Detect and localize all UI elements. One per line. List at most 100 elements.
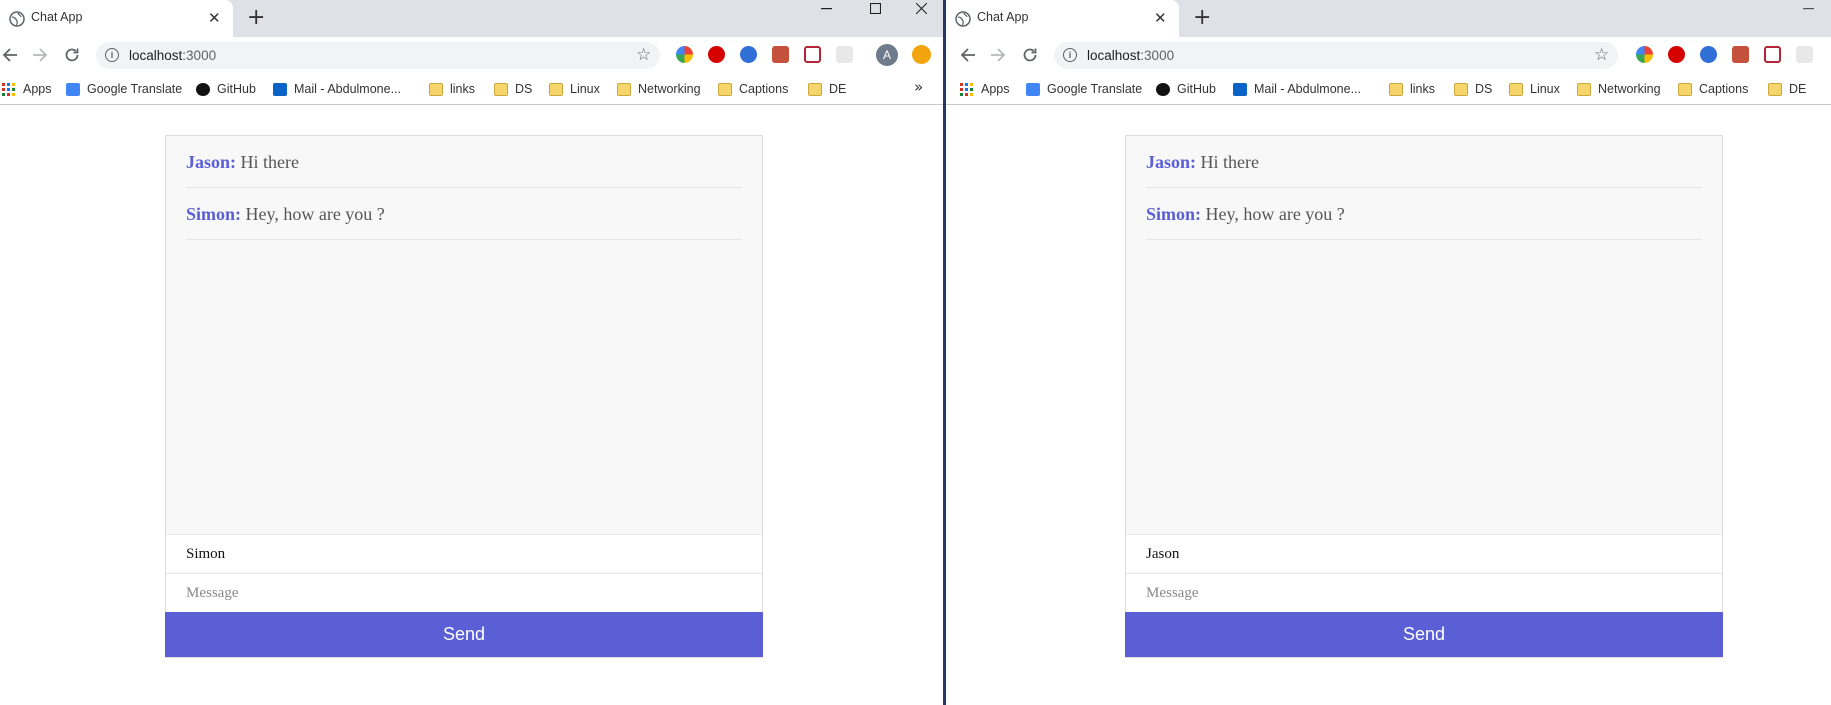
folder-icon bbox=[549, 82, 563, 96]
tab-title: Chat App bbox=[31, 10, 83, 24]
send-button[interactable]: Send bbox=[1125, 612, 1723, 657]
folder-icon bbox=[1509, 82, 1523, 96]
apps-icon bbox=[960, 82, 974, 96]
message-input[interactable]: Message bbox=[166, 573, 762, 611]
bookmark-folder-de[interactable]: DE bbox=[808, 80, 846, 98]
pdf-icon[interactable] bbox=[772, 46, 789, 63]
info-icon[interactable]: i bbox=[105, 48, 119, 62]
globe-icon bbox=[955, 11, 971, 27]
bookmark-google-translate[interactable]: Google Translate bbox=[1026, 80, 1142, 98]
bookmark-apps[interactable]: Apps bbox=[960, 80, 1010, 98]
message-user: Simon: bbox=[1146, 204, 1202, 224]
bookmark-folder-networking[interactable]: Networking bbox=[1577, 80, 1661, 98]
message-user: Simon: bbox=[186, 204, 242, 224]
bookmark-folder-ds[interactable]: DS bbox=[494, 80, 532, 98]
bookmark-folder-networking[interactable]: Networking bbox=[617, 80, 701, 98]
extension-gray-icon[interactable] bbox=[1796, 46, 1813, 63]
message-user: Jason: bbox=[186, 152, 237, 172]
message-item: Jason: Hi there bbox=[1146, 136, 1702, 188]
bookmark-github[interactable]: GitHub bbox=[196, 80, 256, 98]
message-item: Simon: Hey, how are you ? bbox=[1146, 188, 1702, 240]
message-text: Hi there bbox=[240, 152, 299, 172]
message-item: Jason: Hi there bbox=[186, 136, 742, 188]
page-content: Jason: Hi there Simon: Hey, how are you … bbox=[0, 105, 943, 705]
avatar[interactable]: A bbox=[876, 44, 898, 66]
message-input[interactable]: Message bbox=[1126, 573, 1722, 611]
bookmark-folder-captions[interactable]: Captions bbox=[718, 80, 788, 98]
bookmark-mail[interactable]: Mail - Abdulmone... bbox=[273, 80, 401, 98]
forward-icon[interactable] bbox=[988, 45, 1008, 65]
bookmark-folder-ds[interactable]: DS bbox=[1454, 80, 1492, 98]
extension-color-icon[interactable] bbox=[1636, 46, 1653, 63]
page-content: Jason: Hi there Simon: Hey, how are you … bbox=[946, 105, 1831, 705]
name-input[interactable]: Simon bbox=[166, 534, 762, 572]
browser-window-left: Chat App ✕ + i localhost:3000 ☆ A Apps G… bbox=[0, 0, 943, 705]
folder-icon bbox=[1768, 82, 1782, 96]
github-icon bbox=[196, 82, 210, 96]
back-icon[interactable] bbox=[0, 45, 20, 65]
close-window-icon[interactable] bbox=[898, 0, 943, 17]
tab-chat-app[interactable]: Chat App ✕ bbox=[946, 0, 1179, 37]
address-url: localhost:3000 bbox=[1087, 48, 1175, 63]
message-text: Hey, how are you ? bbox=[1205, 204, 1345, 224]
bookmark-folder-linux[interactable]: Linux bbox=[1509, 80, 1560, 98]
browser-window-right: Chat App ✕ + i localhost:3000 ☆ Apps Goo… bbox=[946, 0, 1831, 705]
folder-icon bbox=[429, 82, 443, 96]
minimize-icon[interactable] bbox=[803, 0, 849, 17]
folder-icon bbox=[718, 82, 732, 96]
update-icon[interactable] bbox=[912, 45, 931, 64]
pocket-icon[interactable] bbox=[1764, 46, 1781, 63]
translate-icon bbox=[66, 82, 80, 96]
bookmark-apps[interactable]: Apps bbox=[2, 80, 52, 98]
bookmark-folder-captions[interactable]: Captions bbox=[1678, 80, 1748, 98]
maximize-icon[interactable] bbox=[852, 0, 898, 17]
send-button[interactable]: Send bbox=[165, 612, 763, 657]
bookmark-google-translate[interactable]: Google Translate bbox=[66, 80, 182, 98]
opera-icon[interactable] bbox=[708, 46, 725, 63]
reload-icon[interactable] bbox=[62, 45, 82, 65]
pocket-icon[interactable] bbox=[804, 46, 821, 63]
folder-icon bbox=[808, 82, 822, 96]
message-text: Hi there bbox=[1200, 152, 1259, 172]
bookmark-folder-linux[interactable]: Linux bbox=[549, 80, 600, 98]
message-list: Jason: Hi there Simon: Hey, how are you … bbox=[1146, 136, 1702, 240]
extension-blue-icon[interactable] bbox=[1700, 46, 1717, 63]
bookmark-folder-de[interactable]: DE bbox=[1768, 80, 1806, 98]
star-icon[interactable]: ☆ bbox=[1594, 45, 1609, 65]
chevron-double-right-icon[interactable]: » bbox=[914, 78, 923, 96]
bookmarks-bar: Apps Google Translate GitHub Mail - Abdu… bbox=[0, 73, 943, 105]
github-icon bbox=[1156, 82, 1170, 96]
extension-gray-icon[interactable] bbox=[836, 46, 853, 63]
pdf-icon[interactable] bbox=[1732, 46, 1749, 63]
address-bar[interactable]: i localhost:3000 ☆ bbox=[96, 42, 660, 69]
extension-color-icon[interactable] bbox=[676, 46, 693, 63]
browser-toolbar: i localhost:3000 ☆ A bbox=[0, 37, 943, 73]
name-input[interactable]: Jason bbox=[1126, 534, 1722, 572]
tab-title: Chat App bbox=[977, 10, 1029, 24]
bookmark-folder-links[interactable]: links bbox=[429, 80, 475, 98]
opera-icon[interactable] bbox=[1668, 46, 1685, 63]
address-bar[interactable]: i localhost:3000 ☆ bbox=[1054, 42, 1618, 69]
tab-chat-app[interactable]: Chat App ✕ bbox=[0, 0, 233, 37]
bookmark-mail[interactable]: Mail - Abdulmone... bbox=[1233, 80, 1361, 98]
close-icon[interactable]: ✕ bbox=[208, 9, 221, 27]
info-icon[interactable]: i bbox=[1063, 48, 1077, 62]
browser-toolbar: i localhost:3000 ☆ bbox=[946, 37, 1831, 73]
folder-icon bbox=[1678, 82, 1692, 96]
plus-icon[interactable]: + bbox=[247, 6, 265, 30]
bookmark-github[interactable]: GitHub bbox=[1156, 80, 1216, 98]
tab-strip: Chat App ✕ + bbox=[0, 0, 943, 37]
message-item: Simon: Hey, how are you ? bbox=[186, 188, 742, 240]
back-icon[interactable] bbox=[958, 45, 978, 65]
outlook-icon bbox=[273, 82, 287, 96]
bookmark-folder-links[interactable]: links bbox=[1389, 80, 1435, 98]
reload-icon[interactable] bbox=[1020, 45, 1040, 65]
folder-icon bbox=[617, 82, 631, 96]
forward-icon[interactable] bbox=[30, 45, 50, 65]
close-icon[interactable]: ✕ bbox=[1154, 9, 1167, 27]
translate-icon bbox=[1026, 82, 1040, 96]
star-icon[interactable]: ☆ bbox=[636, 45, 651, 65]
plus-icon[interactable]: + bbox=[1193, 6, 1211, 30]
minimize-icon[interactable] bbox=[1785, 0, 1831, 17]
extension-blue-icon[interactable] bbox=[740, 46, 757, 63]
